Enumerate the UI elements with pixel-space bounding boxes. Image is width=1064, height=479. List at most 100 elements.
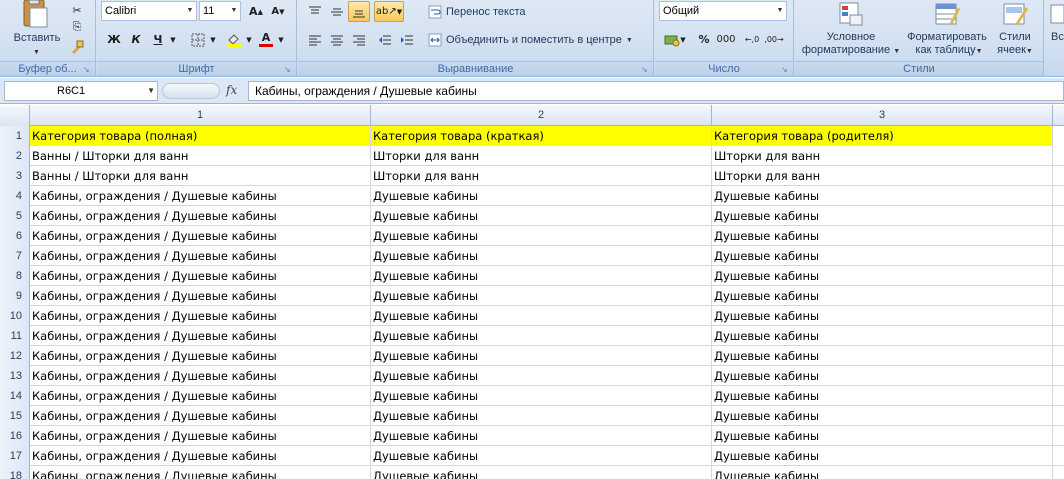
cell[interactable] <box>1053 346 1064 366</box>
cell[interactable]: Кабины, ограждения / Душевые кабины <box>30 206 371 226</box>
cell[interactable]: Ванны / Шторки для ванн <box>30 166 371 186</box>
cell[interactable]: Кабины, ограждения / Душевые кабины <box>30 346 371 366</box>
cell[interactable] <box>1053 246 1064 266</box>
cell[interactable]: Душевые кабины <box>371 246 712 266</box>
row-header[interactable]: 10 <box>0 306 30 326</box>
row-header[interactable]: 7 <box>0 246 30 266</box>
cell-styles-icon[interactable] <box>1001 0 1029 28</box>
cell[interactable]: Душевые кабины <box>712 446 1053 466</box>
chevron-down-icon[interactable]: ▼ <box>774 2 786 20</box>
chevron-down-icon[interactable]: ▼ <box>147 82 155 100</box>
font-color-dropdown-icon[interactable]: ▼ <box>275 29 287 50</box>
cell[interactable]: Шторки для ванн <box>371 166 712 186</box>
formula-bar-splitter[interactable] <box>162 83 220 99</box>
font-color-icon[interactable]: A <box>255 29 277 50</box>
align-left-icon[interactable] <box>304 29 326 50</box>
cell[interactable]: Кабины, ограждения / Душевые кабины <box>30 306 371 326</box>
column-header-3[interactable]: 3 <box>712 105 1053 126</box>
row-header[interactable]: 5 <box>0 206 30 226</box>
row-header[interactable]: 11 <box>0 326 30 346</box>
cell[interactable] <box>1053 186 1064 206</box>
cell[interactable]: Душевые кабины <box>371 266 712 286</box>
increase-decimal-icon[interactable]: ←,0 <box>741 29 763 50</box>
shrink-font-icon[interactable]: A ▼ <box>267 1 289 22</box>
row-header[interactable]: 3 <box>0 166 30 186</box>
row-header[interactable]: 18 <box>0 466 30 479</box>
currency-format-icon[interactable]: ▼ <box>661 29 689 50</box>
paste-label[interactable]: Вставить <box>10 32 64 45</box>
underline-dropdown-icon[interactable]: ▼ <box>167 29 179 50</box>
cell[interactable]: Кабины, ограждения / Душевые кабины <box>30 386 371 406</box>
decrease-indent-icon[interactable] <box>374 29 396 50</box>
cell[interactable] <box>1053 466 1064 479</box>
align-bottom-icon[interactable] <box>348 1 370 22</box>
cell[interactable] <box>1053 306 1064 326</box>
fill-color-dropdown-icon[interactable]: ▼ <box>243 29 255 50</box>
cell[interactable]: Кабины, ограждения / Душевые кабины <box>30 466 371 479</box>
row-header[interactable]: 9 <box>0 286 30 306</box>
select-all-corner[interactable] <box>0 105 30 126</box>
number-format-combo[interactable]: Общий ▼ <box>659 1 787 21</box>
insert-cells-icon[interactable] <box>1049 0 1064 28</box>
cell[interactable]: Душевые кабины <box>712 186 1053 206</box>
cell[interactable] <box>1053 166 1064 186</box>
cell[interactable] <box>1053 226 1064 246</box>
cell[interactable] <box>1053 206 1064 226</box>
row-header[interactable]: 16 <box>0 426 30 446</box>
cell[interactable]: Кабины, ограждения / Душевые кабины <box>30 426 371 446</box>
name-box[interactable]: R6C1 ▼ <box>4 81 158 101</box>
paste-button[interactable] <box>12 0 56 28</box>
fill-color-icon[interactable] <box>223 29 245 50</box>
cell[interactable]: Кабины, ограждения / Душевые кабины <box>30 446 371 466</box>
cell[interactable]: Душевые кабины <box>371 206 712 226</box>
row-header[interactable]: 8 <box>0 266 30 286</box>
align-middle-icon[interactable] <box>326 1 348 22</box>
decrease-decimal-icon[interactable]: ,00→ <box>763 29 785 50</box>
column-header-4[interactable] <box>1053 105 1064 126</box>
cell[interactable]: Душевые кабины <box>712 306 1053 326</box>
conditional-formatting-label-1[interactable]: Условное <box>801 31 901 44</box>
cell[interactable]: Душевые кабины <box>371 186 712 206</box>
copy-icon[interactable]: ⎘ <box>66 16 88 37</box>
cell[interactable]: Душевые кабины <box>712 246 1053 266</box>
align-center-icon[interactable] <box>326 29 348 50</box>
cell[interactable]: Душевые кабины <box>712 226 1053 246</box>
row-header[interactable]: 17 <box>0 446 30 466</box>
merge-center-button[interactable]: Объединить и поместить в центре ▼ <box>428 30 633 50</box>
cell[interactable]: Душевые кабины <box>712 266 1053 286</box>
chevron-down-icon[interactable]: ▼ <box>228 2 240 20</box>
cell-styles-button[interactable]: ячеек▼ <box>991 44 1039 58</box>
italic-button[interactable]: К <box>125 29 147 50</box>
cell[interactable]: Кабины, ограждения / Душевые кабины <box>30 226 371 246</box>
cell[interactable]: Душевые кабины <box>712 206 1053 226</box>
cell[interactable]: Кабины, ограждения / Душевые кабины <box>30 366 371 386</box>
cell[interactable]: Душевые кабины <box>371 326 712 346</box>
cell[interactable] <box>1053 326 1064 346</box>
cell[interactable]: Душевые кабины <box>712 466 1053 479</box>
thousands-button[interactable]: 000 <box>715 29 737 50</box>
orientation-icon[interactable]: ab↗ ▼ <box>374 1 404 22</box>
cell[interactable]: Душевые кабины <box>371 286 712 306</box>
row-header[interactable]: 13 <box>0 366 30 386</box>
insert-cells-label[interactable]: Вс <box>1051 31 1064 44</box>
cell[interactable]: Душевые кабины <box>712 366 1053 386</box>
cell[interactable]: Душевые кабины <box>712 386 1053 406</box>
cell[interactable]: Ванны / Шторки для ванн <box>30 146 371 166</box>
cell[interactable] <box>1053 146 1064 166</box>
column-header-2[interactable]: 2 <box>371 105 712 126</box>
cell[interactable]: Кабины, ограждения / Душевые кабины <box>30 406 371 426</box>
wrap-text-button[interactable]: Перенос текста <box>428 2 526 22</box>
cell[interactable]: Душевые кабины <box>371 386 712 406</box>
row-header[interactable]: 4 <box>0 186 30 206</box>
percent-button[interactable]: % <box>693 29 715 50</box>
align-right-icon[interactable] <box>348 29 370 50</box>
format-as-table-button[interactable]: как таблицу▼ <box>909 44 989 58</box>
cell[interactable]: Шторки для ванн <box>371 146 712 166</box>
alignment-launcher-icon[interactable]: ↘ <box>641 65 650 74</box>
cell[interactable]: Кабины, ограждения / Душевые кабины <box>30 186 371 206</box>
grow-font-icon[interactable]: A ▲ <box>245 1 267 22</box>
insert-function-icon[interactable]: fx <box>226 83 237 97</box>
align-top-icon[interactable] <box>304 1 326 22</box>
cell[interactable]: Кабины, ограждения / Душевые кабины <box>30 266 371 286</box>
cell[interactable] <box>1053 126 1064 146</box>
